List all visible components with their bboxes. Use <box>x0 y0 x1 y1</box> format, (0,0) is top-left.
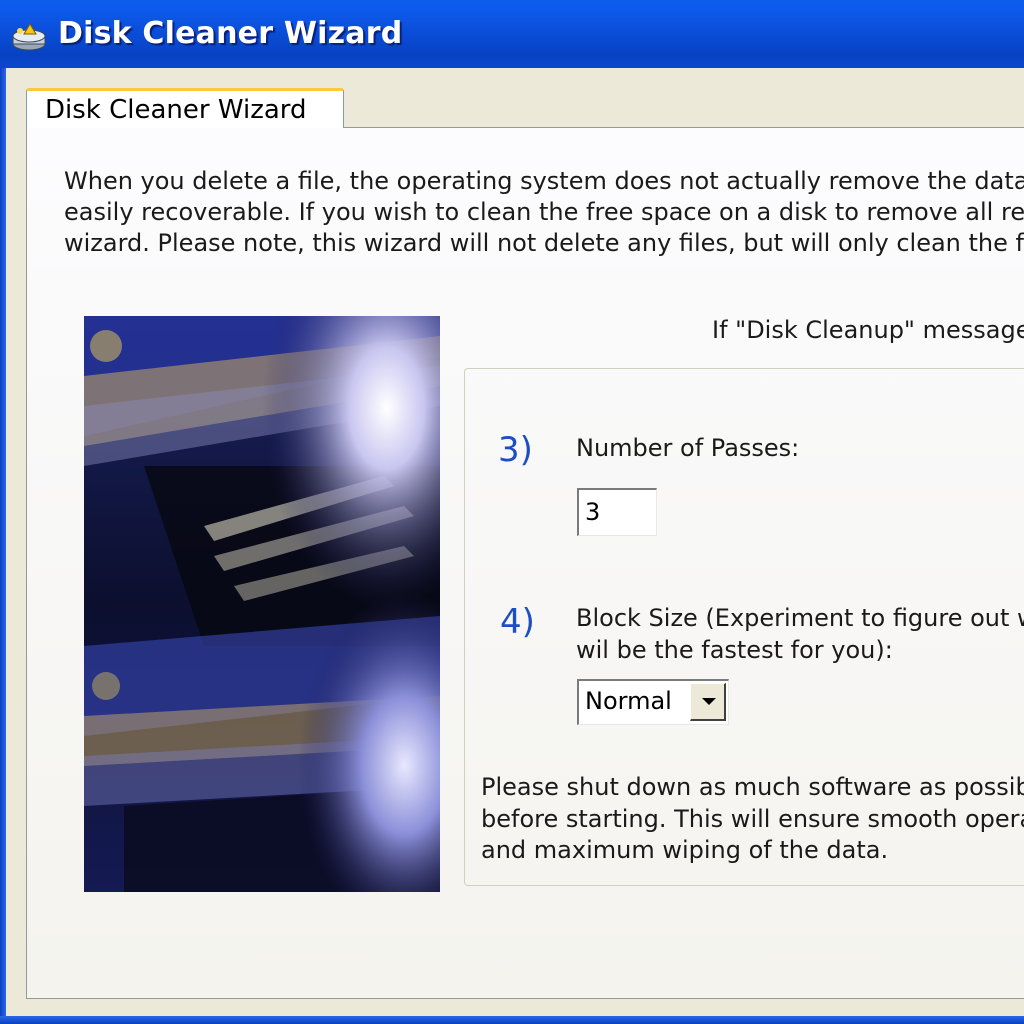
intro-line: When you delete a file, the operating sy… <box>64 167 1024 195</box>
disk-cleaner-window: Disk Cleaner Wizard Disk Cleaner Wizard … <box>0 0 1024 1024</box>
passes-label: Number of Passes: <box>576 434 800 462</box>
title-bar[interactable]: Disk Cleaner Wizard <box>0 0 1024 68</box>
dropdown-arrow-icon[interactable] <box>690 683 726 721</box>
wizard-side-image <box>84 316 440 892</box>
note-line: Please shut down as much software as pos… <box>481 773 1024 801</box>
block-size-label-line: wil be the fastest for you): <box>576 636 893 664</box>
intro-text: When you delete a file, the operating sy… <box>64 166 1024 259</box>
intro-line: wizard. Please note, this wizard will no… <box>64 229 1024 257</box>
block-size-label-line: Block Size (Experiment to figure out whi <box>576 604 1024 632</box>
block-size-label: Block Size (Experiment to figure out whi… <box>576 602 1024 666</box>
intro-line: easily recoverable. If you wish to clean… <box>64 198 1024 226</box>
window-frame-bottom <box>0 1016 1024 1024</box>
block-size-select[interactable]: Normal <box>577 679 729 725</box>
shutdown-note: Please shut down as much software as pos… <box>481 772 1024 867</box>
passes-input[interactable]: 3 <box>577 488 657 536</box>
disk-cleaner-app-icon <box>12 23 46 51</box>
tab-label: Disk Cleaner Wizard <box>45 95 307 125</box>
block-size-selected-value: Normal <box>585 687 672 715</box>
note-line: and maximum wiping of the data. <box>481 836 889 864</box>
tab-disk-cleaner-wizard[interactable]: Disk Cleaner Wizard <box>26 88 344 128</box>
window-title: Disk Cleaner Wizard <box>58 16 403 51</box>
step-number-passes: 3) <box>498 430 533 470</box>
step-number-block-size: 4) <box>500 602 535 642</box>
disk-cleanup-message: If "Disk Cleanup" message a <box>712 316 1024 344</box>
note-line: before starting. This will ensure smooth… <box>481 804 1024 833</box>
